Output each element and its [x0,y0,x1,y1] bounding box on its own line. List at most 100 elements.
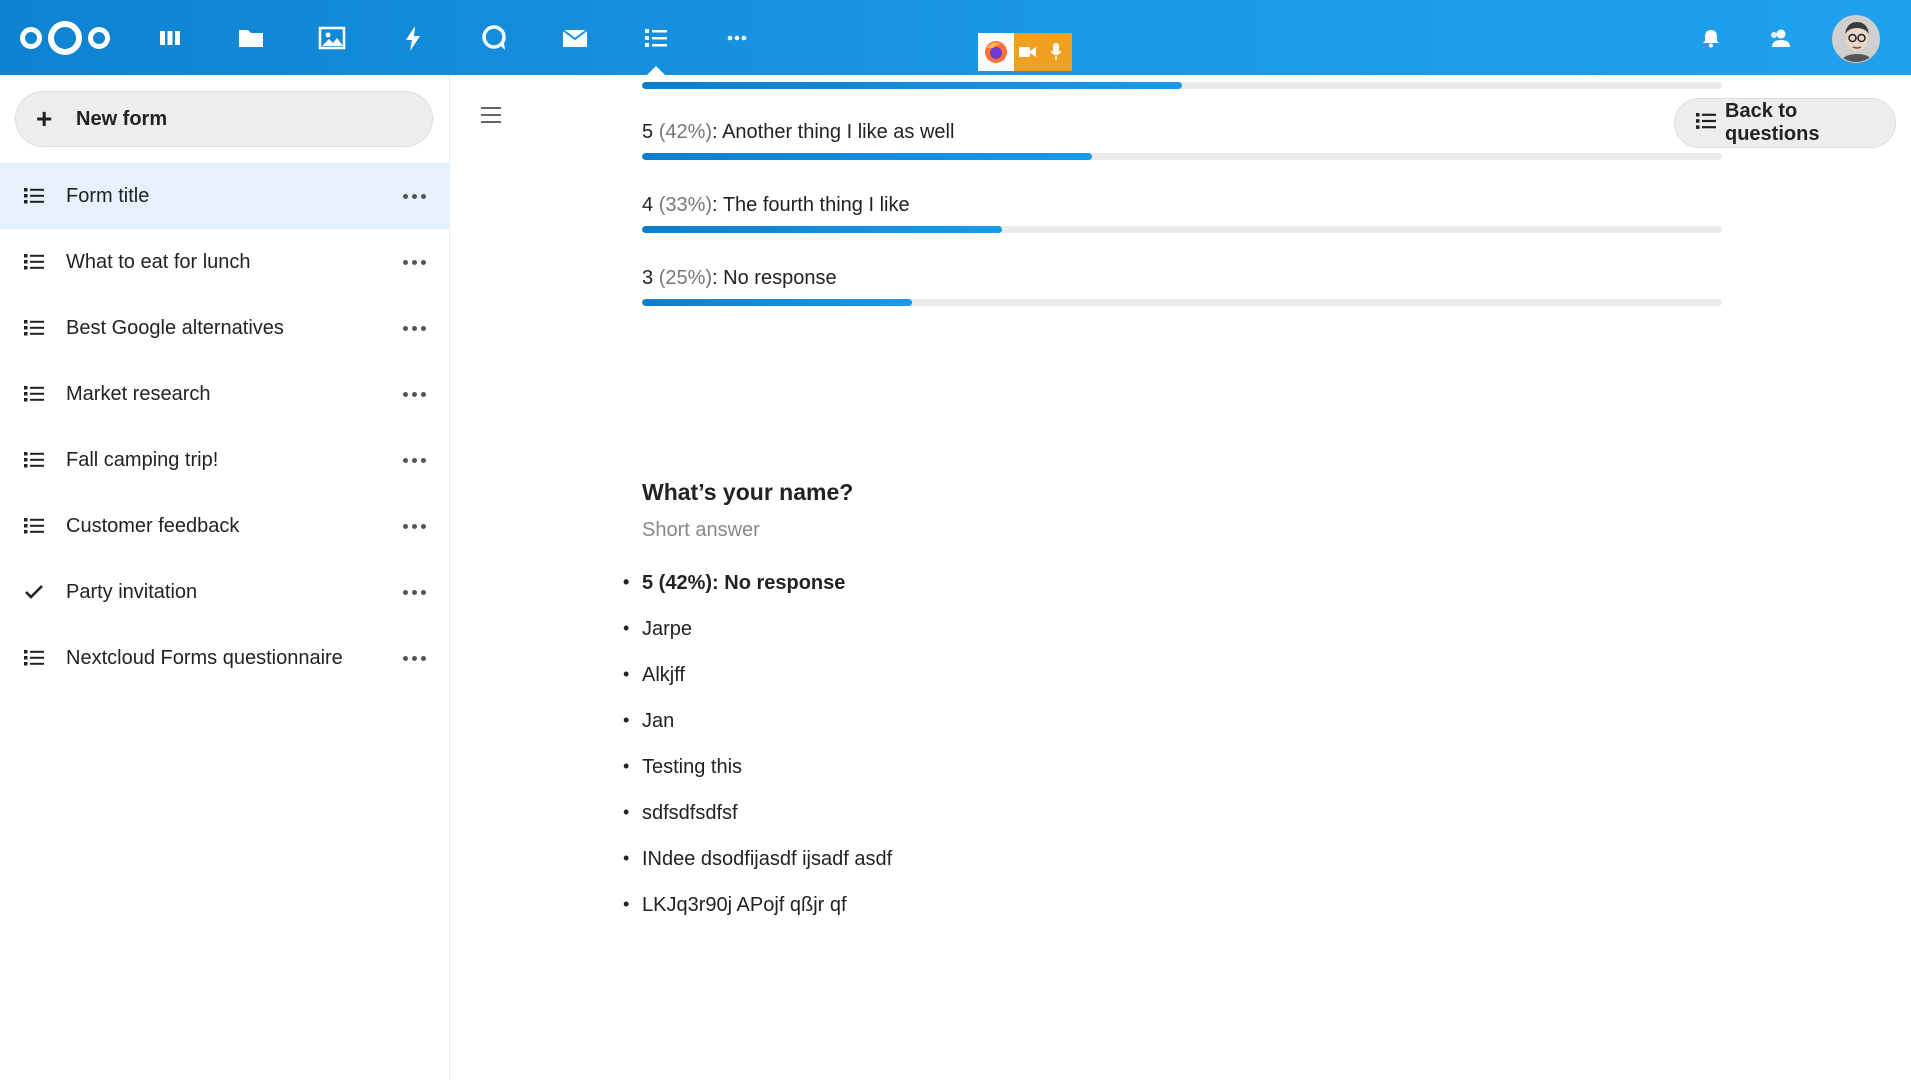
answer-progress-track [642,82,1722,89]
response-text: INdee dsodfijasdf ijsadf asdf [642,848,893,870]
plus-icon: + [36,103,53,134]
microphone-icon [1042,33,1070,71]
folder-icon[interactable] [233,20,269,56]
response-text: Jarpe [642,618,693,640]
form-item-label: What to eat for lunch [66,250,251,273]
list-icon [22,448,46,472]
answer-progress-fill [642,226,1002,233]
dashboard-icon[interactable] [152,20,188,56]
answer-summary: 3 (25%): No response [642,267,837,289]
answer-percent: (33%) [658,194,713,216]
results-main: 6 (50%): This I like too5 (42%): Another… [451,75,1911,1080]
lightning-icon[interactable] [395,20,431,56]
answer-percent: (25%) [658,267,713,289]
new-form-label: New form [76,107,168,130]
sidebar-form-item[interactable]: Market research [0,361,450,427]
sidebar-form-item[interactable]: Form title [0,163,450,229]
list-icon [22,316,46,340]
bullet-icon: • [623,572,630,592]
answer-text: No response [723,267,837,289]
answer-summary: 4 (33%): The fourth thing I like [642,194,910,216]
answer-count: 5 [642,121,654,143]
bullet-icon: • [623,756,630,776]
response-text: LKJq3r90j APojf qßjr qf [642,894,847,916]
form-item-label: Market research [66,382,211,405]
bullet-icon: • [623,618,630,638]
list-icon [22,184,46,208]
answer-progress-fill [642,153,1093,160]
response-item: • Jarpe [623,618,892,664]
mail-icon[interactable] [557,20,593,56]
more-options-icon[interactable] [394,374,434,414]
bullet-icon: • [623,710,630,730]
active-app-indicator [647,66,665,75]
list-icon [22,250,46,274]
form-item-label: Form title [66,184,150,207]
response-item: • Jan [623,710,892,756]
more-options-icon[interactable] [394,572,434,612]
contacts-icon[interactable] [1762,20,1798,56]
form-item-label: Party invitation [66,580,198,603]
response-item: • sdfsdfsdfsf [623,802,892,848]
answer-text: Another thing I like as well [722,121,955,143]
form-item-label: Nextcloud Forms questionnaire [66,646,343,669]
more-options-icon[interactable] [394,308,434,348]
sidebar-form-item[interactable]: Customer feedback [0,493,450,559]
sidebar-form-item[interactable]: Fall camping trip! [0,427,450,493]
nextcloud-logo-icon[interactable] [18,18,112,58]
back-to-questions-button[interactable]: Back to questions [1674,98,1896,148]
answer-text: The fourth thing I like [722,194,910,216]
list-icon[interactable] [638,20,674,56]
user-avatar[interactable] [1832,15,1880,63]
firefox-icon [978,33,1014,71]
form-item-label: Customer feedback [66,514,240,537]
sidebar-form-item[interactable]: Best Google alternatives [0,295,450,361]
question-title: What’s your name? [642,479,854,505]
sidebar-form-item[interactable]: Nextcloud Forms questionnaire [0,625,450,691]
response-item: • Alkjff [623,664,892,710]
toggle-navigation-icon[interactable] [471,95,511,135]
new-form-button[interactable]: + New form [15,91,433,147]
camera-icon [1014,33,1042,71]
forms-sidebar: + New form Form title What to eat for lun… [0,75,450,1080]
notifications-bell-icon[interactable] [1693,20,1729,56]
bullet-icon: • [623,894,630,914]
chat-icon[interactable] [476,20,512,56]
answer-result: 5 (42%): Another thing I like as well [642,119,1722,160]
more-options-icon[interactable] [394,506,434,546]
bullet-icon: • [623,802,630,822]
answer-progress-track [642,226,1722,233]
answer-progress-fill [642,82,1182,89]
answer-progress-track [642,299,1722,306]
response-text: sdfsdfsdfsf [642,802,738,824]
question-type: Short answer [642,519,760,541]
answer-progress-track [642,153,1722,160]
list-icon [1695,111,1717,136]
back-to-questions-label: Back to questions [1725,100,1820,145]
more-options-icon[interactable] [394,638,434,678]
response-text: Alkjff [642,664,685,686]
more-options-icon[interactable] [394,242,434,282]
answer-result: 3 (25%): No response [642,265,1722,306]
bullet-icon: • [623,848,630,868]
answer-summary: 5 (42%): Another thing I like as well [642,121,955,143]
answer-count: 4 [642,194,654,216]
response-text: 5 (42%): No response [642,572,846,594]
response-item: • Testing this [623,756,892,802]
answer-result: 4 (33%): The fourth thing I like [642,192,1722,233]
sidebar-form-item[interactable]: Party invitation [0,559,450,625]
response-item: • LKJq3r90j APojf qßjr qf [623,894,892,940]
response-list: • 5 (42%): No response • Jarpe • Alkjff • Jan • T… [623,572,892,940]
answer-progress-fill [642,299,912,306]
bullet-icon: • [623,664,630,684]
more-options-icon[interactable] [394,440,434,480]
more-apps-icon[interactable] [719,20,755,56]
form-item-label: Best Google alternatives [66,316,284,339]
more-options-icon[interactable] [394,176,434,216]
sidebar-form-item[interactable]: What to eat for lunch [0,229,450,295]
form-item-label: Fall camping trip! [66,448,219,471]
sharing-indicator[interactable] [978,33,1072,71]
response-text: Jan [642,710,675,732]
image-icon[interactable] [314,20,350,56]
check-icon [22,580,46,604]
